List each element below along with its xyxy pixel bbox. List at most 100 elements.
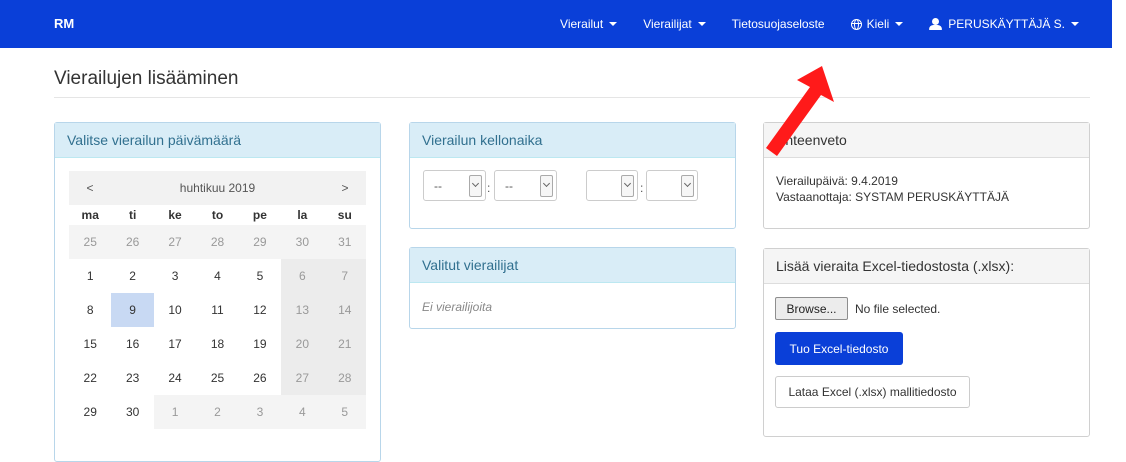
calendar-day[interactable]: 16	[111, 327, 153, 361]
nav-item-kieli[interactable]: Kieli	[838, 0, 917, 48]
caret-down-icon	[697, 22, 706, 26]
excel-panel: Lisää vieraita Excel-tiedostosta (.xlsx)…	[763, 248, 1090, 437]
calendar-day[interactable]: 25	[69, 225, 112, 259]
red-arrow-annotation	[766, 66, 834, 156]
calendar-day[interactable]: 2	[111, 259, 153, 293]
calendar-day[interactable]: 17	[154, 327, 196, 361]
download-template-button[interactable]: Lataa Excel (.xlsx) mallitiedosto	[775, 376, 970, 408]
calendar-day[interactable]: 4	[196, 259, 238, 293]
time-separator: :	[640, 181, 644, 195]
file-status-text: No file selected.	[855, 302, 941, 316]
calendar-weekday: ke	[168, 208, 182, 222]
calendar-day[interactable]: 13	[281, 293, 324, 327]
calendar-day[interactable]: 29	[238, 225, 282, 259]
calendar-day[interactable]: 27	[281, 361, 324, 395]
caret-down-icon	[609, 22, 618, 26]
calendar-grid: ma ti ke to pe la su 25 26 27 28 29 30 31 1 2 3 4 5 6 7 8 9 10 1…	[69, 205, 366, 429]
calendar-day[interactable]: 27	[153, 225, 197, 259]
caret-down-icon	[1071, 22, 1079, 26]
start-hour-select[interactable]: --	[423, 170, 486, 201]
calendar-month-label[interactable]: huhtikuu 2019	[180, 181, 255, 195]
nav-item-label: PERUSKÄYTTÄJÄ S.	[948, 17, 1065, 31]
calendar-day[interactable]: 2	[196, 395, 239, 429]
calendar-day[interactable]: 5	[323, 395, 366, 429]
calendar-day[interactable]: 23	[111, 361, 153, 395]
calendar-day[interactable]: 18	[196, 327, 238, 361]
calendar-day[interactable]: 21	[323, 327, 366, 361]
calendar-day[interactable]: 9	[111, 293, 154, 327]
nav-item-tietosuojaseloste[interactable]: Tietosuojaseloste	[719, 0, 838, 48]
visitors-panel: Valitut vierailijat Ei vierailijoita	[409, 247, 736, 329]
calendar-weekday: la	[297, 208, 308, 222]
globe-icon	[850, 18, 862, 30]
calendar-day[interactable]: 6	[281, 259, 324, 293]
end-hour-select[interactable]	[586, 170, 638, 201]
time-separator: :	[487, 181, 491, 195]
visitors-panel-heading: Valitut vierailijat	[410, 248, 735, 283]
nav-item-user[interactable]: PERUSKÄYTTÄJÄ S.	[916, 0, 1092, 48]
calendar-weekday: to	[211, 208, 224, 222]
calendar-header: < huhtikuu 2019 >	[69, 171, 366, 205]
calendar-day[interactable]: 15	[69, 327, 111, 361]
calendar-day[interactable]: 14	[323, 293, 366, 327]
time-panel-heading: Vierailun kellonaika	[410, 123, 735, 158]
date-panel: Valitse vierailun päivämäärä < huhtikuu …	[54, 122, 381, 462]
caret-down-icon	[895, 22, 904, 26]
calendar-day[interactable]: 29	[69, 395, 111, 429]
calendar-day[interactable]: 30	[281, 225, 324, 259]
calendar-day[interactable]: 1	[69, 259, 111, 293]
calendar-day[interactable]: 20	[281, 327, 324, 361]
title-divider	[54, 97, 1090, 98]
nav-item-label: Vierailut	[560, 17, 604, 31]
calendar-day[interactable]: 1	[153, 395, 197, 429]
excel-panel-heading: Lisää vieraita Excel-tiedostosta (.xlsx)…	[764, 249, 1089, 284]
calendar-day[interactable]: 10	[154, 293, 196, 327]
arrow-icon	[766, 66, 834, 156]
visitors-empty-text: Ei vierailijoita	[422, 300, 493, 314]
calendar-day[interactable]: 12	[239, 293, 281, 327]
calendar-day[interactable]: 5	[239, 259, 281, 293]
import-excel-button[interactable]: Tuo Excel-tiedosto	[775, 332, 903, 365]
user-icon	[929, 18, 943, 30]
summary-visit-date: Vierailupäivä: 9.4.2019	[776, 174, 898, 188]
calendar: < huhtikuu 2019 > ma ti ke to pe la su 25 26 27 28…	[69, 171, 366, 429]
nav-item-label: Tietosuojaseloste	[731, 17, 825, 31]
end-minute-select[interactable]	[646, 170, 698, 201]
calendar-day[interactable]: 25	[196, 361, 238, 395]
top-navbar: RM Vierailut Vierailijat Tietosuojaselos…	[0, 0, 1112, 48]
page-title: Vierailujen lisääminen	[54, 68, 239, 89]
calendar-day[interactable]: 31	[323, 225, 366, 259]
nav-item-label: Vierailijat	[643, 17, 692, 31]
date-panel-heading: Valitse vierailun päivämäärä	[55, 123, 380, 158]
brand-logo[interactable]: RM	[54, 16, 74, 31]
calendar-prev-button[interactable]: <	[69, 181, 111, 195]
nav-item-vierailut[interactable]: Vierailut	[547, 0, 630, 48]
calendar-day[interactable]: 24	[154, 361, 196, 395]
calendar-day[interactable]: 30	[111, 395, 153, 429]
chevron-down-icon	[681, 175, 694, 197]
calendar-day[interactable]: 3	[238, 395, 282, 429]
browse-button[interactable]: Browse...	[775, 297, 848, 320]
calendar-day[interactable]: 19	[239, 327, 281, 361]
calendar-day[interactable]: 3	[154, 259, 196, 293]
calendar-day[interactable]: 28	[196, 225, 239, 259]
calendar-next-button[interactable]: >	[324, 181, 366, 195]
calendar-weekday: su	[337, 208, 352, 222]
start-minute-select[interactable]: --	[494, 170, 557, 201]
chevron-down-icon	[621, 175, 634, 197]
calendar-day[interactable]: 8	[69, 293, 111, 327]
calendar-day[interactable]: 26	[111, 225, 154, 259]
calendar-day[interactable]: 28	[323, 361, 366, 395]
calendar-weekday: pe	[252, 208, 267, 222]
summary-host: Vastaanottaja: SYSTAM PERUSKÄYTTÄJÄ	[776, 190, 1009, 204]
nav-item-label: Kieli	[866, 17, 890, 31]
calendar-day[interactable]: 4	[281, 395, 324, 429]
calendar-day[interactable]: 22	[69, 361, 111, 395]
calendar-day[interactable]: 11	[196, 293, 238, 327]
calendar-day[interactable]: 26	[239, 361, 281, 395]
nav-item-vierailijat[interactable]: Vierailijat	[630, 0, 718, 48]
nav-menu: Vierailut Vierailijat Tietosuojaseloste …	[547, 0, 1092, 48]
calendar-day[interactable]: 7	[323, 259, 366, 293]
start-minute-value: --	[505, 179, 513, 193]
calendar-weekday: ma	[81, 208, 99, 222]
